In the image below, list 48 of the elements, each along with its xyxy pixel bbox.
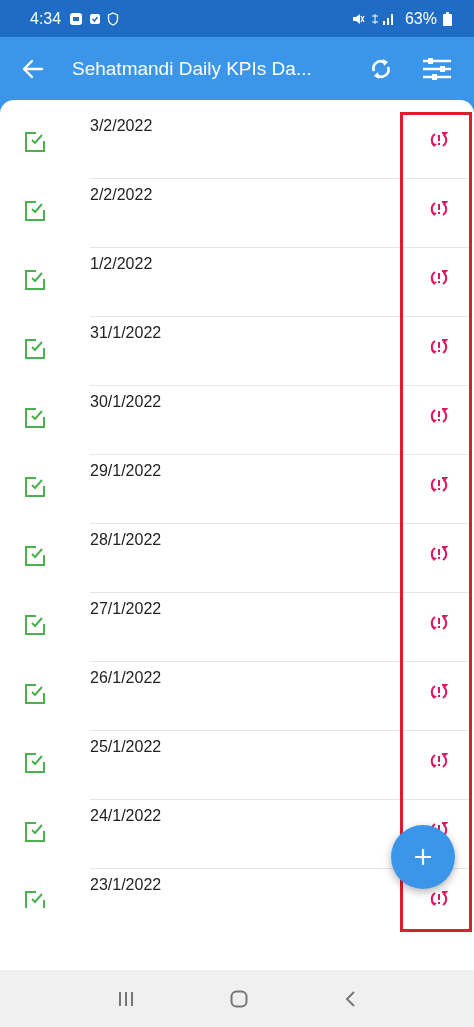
home-icon[interactable]	[230, 989, 248, 1008]
sync-error-icon[interactable]	[429, 890, 449, 908]
record-date: 29/1/2022	[90, 462, 162, 481]
sync-error-icon[interactable]	[429, 338, 449, 356]
record-date: 2/2/2022	[90, 186, 153, 205]
filter-sliders-icon[interactable]	[422, 56, 452, 81]
record-date: 23/1/2022	[90, 876, 162, 895]
battery-level: 63%	[404, 9, 437, 28]
record-row[interactable]: 28/1/2022	[0, 524, 474, 593]
record-date: 25/1/2022	[90, 738, 162, 757]
sync-error-icon[interactable]	[429, 131, 449, 149]
record-date: 27/1/2022	[90, 600, 162, 619]
screen-title: Sehatmandi Daily KPIs Da...	[72, 57, 313, 80]
record-row[interactable]: 30/1/2022	[0, 386, 474, 455]
plus-icon	[414, 848, 432, 866]
record-date: 31/1/2022	[90, 324, 162, 343]
recent-apps-icon[interactable]	[118, 990, 134, 1007]
back-icon[interactable]	[344, 989, 356, 1008]
record-row[interactable]: 3/2/2022	[0, 110, 474, 179]
record-row[interactable]: 26/1/2022	[0, 662, 474, 731]
record-date: 24/1/2022	[90, 807, 162, 826]
record-row[interactable]: 29/1/2022	[0, 455, 474, 524]
sync-error-icon[interactable]	[429, 614, 449, 632]
record-date: 28/1/2022	[90, 531, 162, 550]
sync-error-icon[interactable]	[429, 683, 449, 701]
checkbox-notification-icon	[89, 12, 102, 25]
record-row[interactable]: 31/1/2022	[0, 317, 474, 386]
sync-error-icon[interactable]	[429, 269, 449, 287]
sync-error-icon[interactable]	[429, 200, 449, 218]
add-button[interactable]	[391, 825, 455, 889]
mute-icon	[350, 11, 365, 26]
sync-error-icon[interactable]	[429, 476, 449, 494]
record-date: 1/2/2022	[90, 255, 153, 274]
shield-icon	[107, 11, 120, 26]
sync-error-icon[interactable]	[429, 545, 449, 563]
notification-icon	[69, 11, 84, 26]
clock-time: 4:34	[30, 9, 62, 28]
back-arrow-icon[interactable]	[22, 58, 44, 79]
record-date: 3/2/2022	[90, 117, 153, 136]
record-date: 30/1/2022	[90, 393, 162, 412]
record-row[interactable]: 27/1/2022	[0, 593, 474, 662]
sync-error-icon[interactable]	[429, 752, 449, 770]
record-row[interactable]: 1/2/2022	[0, 248, 474, 317]
record-date: 26/1/2022	[90, 669, 162, 688]
battery-icon	[443, 11, 452, 26]
sync-error-icon[interactable]	[429, 407, 449, 425]
record-row[interactable]: 25/1/2022	[0, 731, 474, 800]
record-row[interactable]: 2/2/2022	[0, 179, 474, 248]
